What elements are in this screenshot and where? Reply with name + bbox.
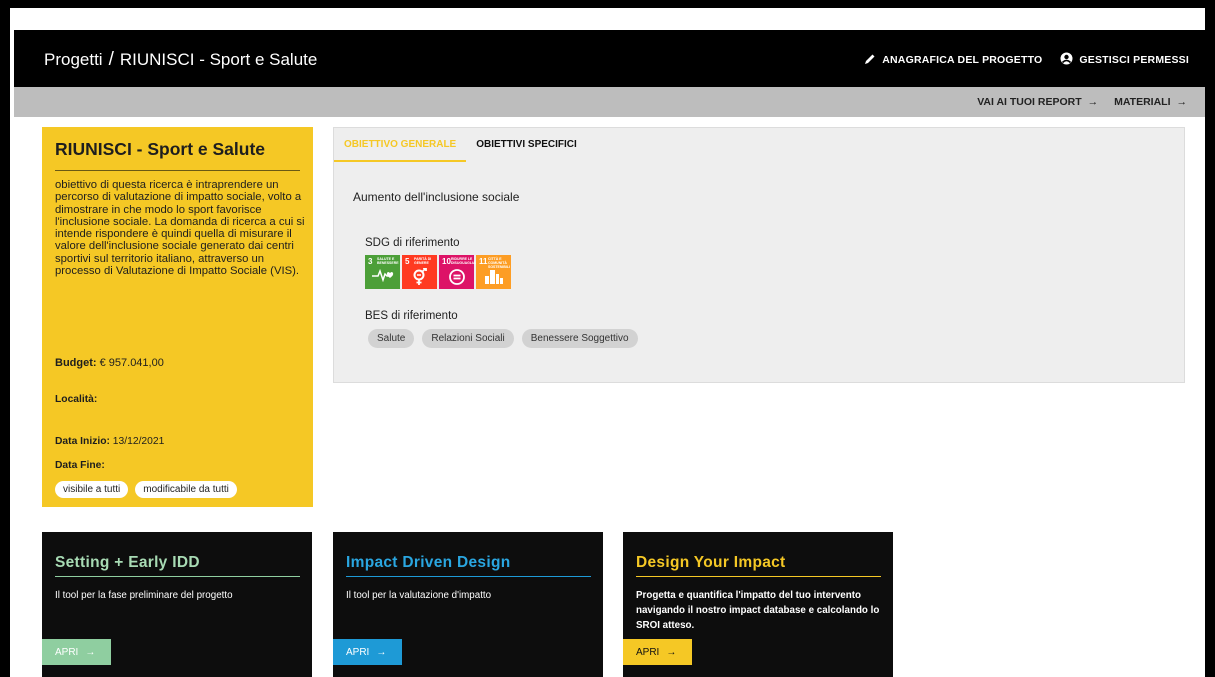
budget-label: Budget:	[55, 357, 97, 369]
open-button-label: APRI	[636, 646, 660, 658]
visibility-chips: visibile a tutti modificabile da tutti	[55, 481, 237, 498]
open-setting-button[interactable]: APRI →	[42, 639, 111, 665]
location-label: Località:	[55, 394, 98, 405]
bes-list: Salute Relazioni Sociali Benessere Sogge…	[368, 329, 638, 348]
open-button-label: APRI	[346, 646, 370, 658]
breadcrumb-separator: /	[108, 49, 114, 70]
bes-chip-health: Salute	[368, 329, 415, 348]
sdg-number: 11	[479, 257, 488, 266]
end-date-row: Data Fine:	[55, 460, 105, 471]
tool-divider	[346, 576, 591, 577]
bes-chip-subjective-wellbeing: Benessere Soggettivo	[521, 329, 638, 348]
open-button-label: APRI	[55, 646, 79, 658]
materials-link[interactable]: MATERIALI →	[1114, 96, 1187, 108]
equality-icon	[439, 268, 474, 290]
sdg-badge-5: 5 PARITÀ DI GENERE	[402, 255, 437, 289]
manage-permissions-label: GESTISCI PERMESSI	[1079, 54, 1189, 66]
tool-divider	[636, 576, 881, 577]
tool-card-impact-driven-design: Impact Driven Design Il tool per la valu…	[333, 532, 603, 677]
objectives-tabs: OBIETTIVO GENERALE OBIETTIVI SPECIFICI	[334, 128, 587, 162]
arrow-right-icon: →	[666, 646, 677, 658]
sdg-badge-11: 11 CITTÀ E COMUNITÀ SOSTENIBILI	[476, 255, 511, 289]
tool-description: Progetta e quantifica l'impatto del tuo …	[636, 590, 880, 631]
city-icon	[476, 268, 511, 288]
app-frame: Progetti / RIUNISCI - Sport e Salute ANAGR…	[10, 8, 1205, 677]
tool-title: Setting + Early IDD	[55, 554, 200, 571]
project-card: RIUNISCI - Sport e Salute obiettivo di q…	[42, 127, 313, 507]
manage-permissions-button[interactable]: GESTISCI PERMESSI	[1060, 52, 1189, 68]
tool-card-design-your-impact: Design Your Impact Progetta e quantifica…	[623, 532, 893, 677]
budget-value: € 957.041,00	[99, 357, 164, 369]
location-row: Località:	[55, 394, 97, 405]
materials-link-label: MATERIALI	[1114, 96, 1171, 108]
sdg-heading: SDG di riferimento	[365, 237, 460, 249]
sdg-number: 5	[405, 257, 410, 266]
bes-chip-social-relations: Relazioni Sociali	[422, 329, 514, 348]
project-title: RIUNISCI - Sport e Salute	[55, 139, 266, 159]
sub-actions: VAI AI TUOI REPORT → MATERIALI →	[977, 96, 1187, 108]
breadcrumb-projects-link[interactable]: Progetti	[44, 50, 103, 69]
tool-card-setting-early-idd: Setting + Early IDD Il tool per la fase …	[42, 532, 312, 677]
sdg-number: 10	[442, 257, 451, 266]
sdg-title: RIDURRE LE DISUGUAGLIANZE	[451, 257, 483, 265]
reports-link[interactable]: VAI AI TUOI REPORT →	[977, 96, 1098, 108]
pencil-icon	[864, 53, 876, 68]
end-date-label: Data Fine:	[55, 460, 105, 471]
project-registry-button[interactable]: ANAGRAFICA DEL PROGETTO	[864, 53, 1042, 68]
breadcrumb-current: RIUNISCI - Sport e Salute	[119, 50, 318, 69]
tab-specific-objectives[interactable]: OBIETTIVI SPECIFICI	[466, 128, 587, 162]
arrow-right-icon: →	[1087, 96, 1099, 108]
sdg-list: 3 SALUTE E BENESSERE 5 PARITÀ DI GENERE …	[365, 255, 511, 289]
project-registry-label: ANAGRAFICA DEL PROGETTO	[882, 54, 1043, 66]
sdg-number: 3	[368, 257, 373, 266]
general-goal-text: Aumento dell'inclusione sociale	[353, 190, 520, 204]
open-design-your-impact-button[interactable]: APRI →	[623, 639, 692, 665]
tool-description: Il tool per la fase preliminare del prog…	[55, 590, 233, 601]
tab-general-objective[interactable]: OBIETTIVO GENERALE	[334, 128, 467, 162]
arrow-right-icon: →	[85, 646, 96, 658]
visibility-chip[interactable]: visibile a tutti	[55, 481, 129, 498]
start-date-row: Data Inizio: 13/12/2021	[55, 436, 164, 447]
open-impact-driven-design-button[interactable]: APRI →	[333, 639, 402, 665]
title-divider	[55, 170, 300, 171]
budget-row: Budget: € 957.041,00	[55, 357, 164, 369]
sdg-title: SALUTE E BENESSERE	[377, 257, 399, 265]
tool-title: Impact Driven Design	[346, 554, 511, 571]
reports-link-label: VAI AI TUOI REPORT	[977, 96, 1082, 108]
arrow-right-icon: →	[1176, 96, 1188, 108]
top-header: Progetti / RIUNISCI - Sport e Salute ANAGR…	[14, 30, 1205, 87]
header-actions: ANAGRAFICA DEL PROGETTO GESTISCI PERMESS…	[864, 52, 1189, 68]
tool-title: Design Your Impact	[636, 554, 786, 571]
sdg-badge-3: 3 SALUTE E BENESSERE	[365, 255, 400, 289]
heartbeat-icon	[365, 268, 400, 286]
start-date-label: Data Inizio:	[55, 436, 110, 447]
tool-divider	[55, 576, 300, 577]
project-description: obiettivo di questa ricerca è intraprend…	[55, 179, 305, 278]
sdg-title: PARITÀ DI GENERE	[414, 257, 432, 265]
editability-chip[interactable]: modificabile da tutti	[135, 481, 237, 498]
gender-equality-icon	[402, 267, 437, 290]
breadcrumb: Progetti / RIUNISCI - Sport e Salute	[44, 49, 317, 71]
sdg-badge-10: 10 RIDURRE LE DISUGUAGLIANZE	[439, 255, 483, 290]
sub-navigation-bar: VAI AI TUOI REPORT → MATERIALI →	[14, 87, 1205, 117]
objectives-panel: OBIETTIVO GENERALE OBIETTIVI SPECIFICI A…	[333, 127, 1185, 383]
user-permissions-icon	[1060, 52, 1073, 68]
bes-heading: BES di riferimento	[365, 310, 458, 322]
start-date-value: 13/12/2021	[112, 436, 165, 447]
tool-description: Il tool per la valutazione d'impatto	[346, 590, 492, 601]
arrow-right-icon: →	[376, 646, 387, 658]
